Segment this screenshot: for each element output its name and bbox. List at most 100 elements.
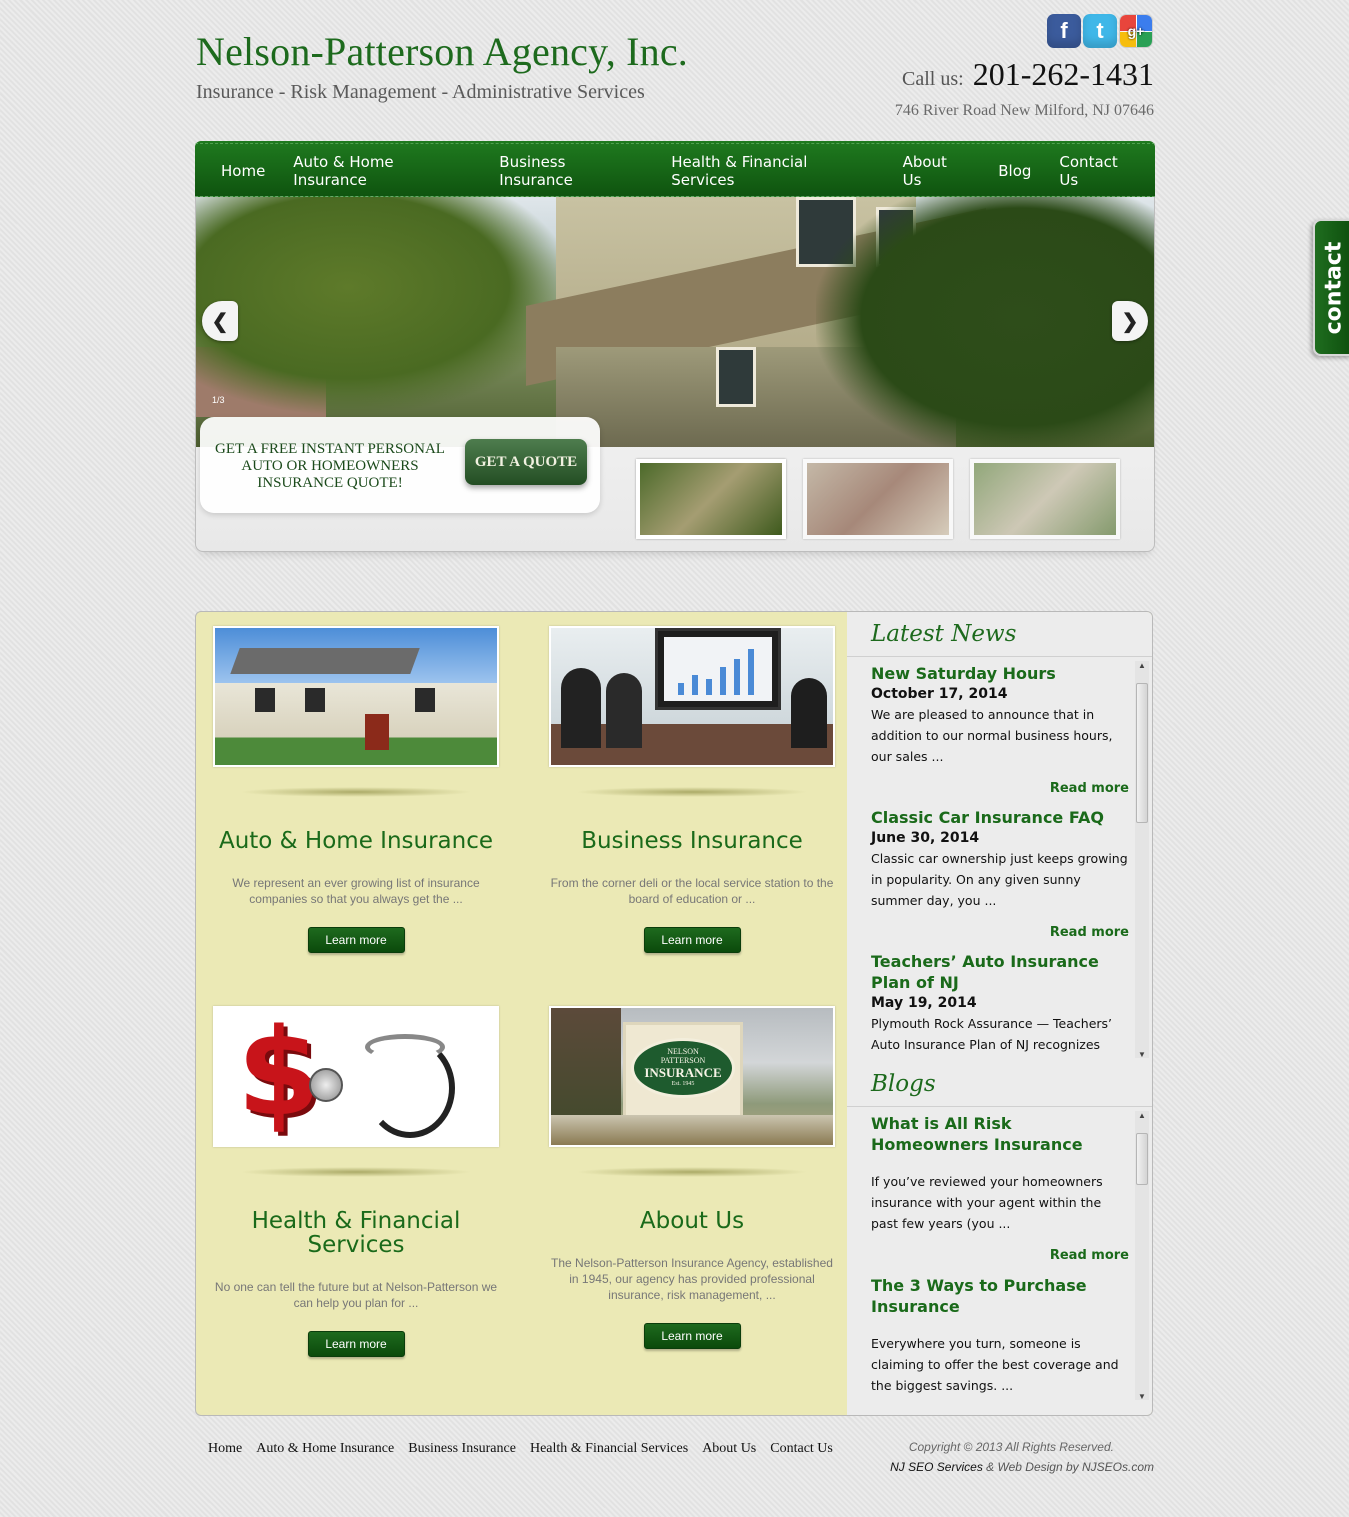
tile-text: From the corner deli or the local servic…	[550, 876, 834, 906]
hero-image: 1/3	[196, 197, 1154, 447]
blog-item: The 3 Ways to Purchase Insurance Everywh…	[871, 1275, 1129, 1396]
tile-auto-home: Auto & Home Insurance We represent an ev…	[196, 626, 516, 953]
tile-text: No one can tell the future but at Nelson…	[214, 1280, 498, 1310]
seo-link[interactable]: NJ SEO Services	[890, 1460, 983, 1474]
call-label: Call us:	[902, 68, 964, 90]
news-date: June 30, 2014	[871, 830, 980, 846]
latest-news-list: ▲ ▼ New Saturday Hours October 17, 2014 …	[847, 656, 1152, 1058]
blog-title[interactable]: What is All Risk Homeowners Insurance	[871, 1113, 1129, 1155]
news-title[interactable]: Classic Car Insurance FAQ	[871, 807, 1129, 828]
blogs-heading: Blogs	[871, 1071, 936, 1097]
news-title[interactable]: Teachers’ Auto Insurance Plan of NJ	[871, 951, 1129, 993]
hero-slider: 1/3 ❮ ❯ GET A FREE INSTANT PERSONAL AUTO…	[195, 197, 1155, 552]
quote-panel: GET A FREE INSTANT PERSONAL AUTO OR HOME…	[200, 417, 600, 513]
tile-about: NELSON PATTERSON INSURANCE Est. 1945 Abo…	[532, 1006, 852, 1349]
footer-home[interactable]: Home	[208, 1441, 242, 1457]
scroll-down-icon[interactable]: ▼	[1135, 1392, 1149, 1400]
facebook-icon[interactable]: f	[1047, 14, 1081, 48]
get-quote-button[interactable]: GET A QUOTE	[465, 439, 587, 485]
tile-business: Business Insurance From the corner deli …	[532, 626, 852, 953]
quote-text: GET A FREE INSTANT PERSONAL AUTO OR HOME…	[215, 441, 445, 491]
footer-nav: Home Auto & Home Insurance Business Insu…	[208, 1441, 833, 1457]
news-body: We are pleased to announce that in addit…	[871, 707, 1113, 764]
agency-sign-image: NELSON PATTERSON INSURANCE Est. 1945	[549, 1006, 835, 1147]
tile-title[interactable]: About Us	[532, 1209, 852, 1233]
nav-business[interactable]: Business Insurance	[485, 153, 657, 189]
credit: NJ SEO Services & Web Design by NJSEOs.c…	[890, 1460, 1154, 1474]
scroll-up-icon[interactable]: ▲	[1135, 1111, 1149, 1120]
slide-thumbnail-2[interactable]	[803, 459, 953, 539]
sign-line-1: NELSON	[667, 1047, 699, 1056]
news-date: May 19, 2014	[871, 995, 977, 1011]
learn-more-button[interactable]: Learn more	[643, 927, 741, 953]
blogs-scrollbar[interactable]: ▲ ▼	[1135, 1111, 1149, 1400]
tile-text: We represent an ever growing list of ins…	[232, 876, 480, 906]
house-image	[213, 626, 499, 767]
slide-counter: 1/3	[212, 395, 225, 405]
chevron-left-icon[interactable]: ❮	[202, 301, 238, 341]
scroll-up-icon[interactable]: ▲	[1135, 661, 1149, 670]
credit-text: & Web Design by NJSEOs.com	[982, 1460, 1154, 1474]
dollar-stethoscope-image: $	[213, 1006, 499, 1147]
news-item: Classic Car Insurance FAQ June 30, 2014 …	[871, 807, 1129, 940]
learn-more-button[interactable]: Learn more	[643, 1323, 741, 1349]
news-scrollbar[interactable]: ▲ ▼	[1135, 661, 1149, 1058]
read-more-link[interactable]: Read more	[871, 925, 1129, 940]
google-plus-icon[interactable]: g+	[1119, 14, 1153, 48]
learn-more-button[interactable]: Learn more	[307, 927, 405, 953]
nav-about[interactable]: About Us	[889, 153, 985, 189]
tile-title[interactable]: Business Insurance	[532, 829, 852, 853]
footer-about[interactable]: About Us	[702, 1441, 756, 1457]
footer-business[interactable]: Business Insurance	[408, 1441, 516, 1457]
contact-tab-label: contact	[1321, 241, 1347, 334]
read-more-link[interactable]: Read more	[871, 781, 1129, 796]
news-date: October 17, 2014	[871, 686, 1008, 702]
nav-blog[interactable]: Blog	[984, 162, 1045, 180]
sign-line-4: Est. 1945	[671, 1081, 695, 1087]
news-body: Plymouth Rock Assurance — Teachers’ Auto…	[871, 1016, 1113, 1052]
tile-health-financial: $ Health & Financial Services No one can…	[196, 1006, 516, 1357]
tile-title[interactable]: Auto & Home Insurance	[196, 829, 516, 853]
twitter-icon[interactable]: t	[1083, 14, 1117, 48]
main-nav: Home Auto & Home Insurance Business Insu…	[195, 141, 1155, 197]
sign-line-3: INSURANCE	[644, 1065, 722, 1080]
news-body: Classic car ownership just keeps growing…	[871, 851, 1128, 908]
contact-tab[interactable]: contact	[1313, 219, 1349, 356]
tile-text: The Nelson-Patterson Insurance Agency, e…	[551, 1256, 833, 1302]
news-item: New Saturday Hours October 17, 2014 We a…	[871, 663, 1129, 796]
main-content: Auto & Home Insurance We represent an ev…	[195, 611, 1153, 1416]
nav-contact[interactable]: Contact Us	[1045, 153, 1155, 189]
nav-auto-home[interactable]: Auto & Home Insurance	[279, 153, 485, 189]
footer-auto-home[interactable]: Auto & Home Insurance	[256, 1441, 394, 1457]
footer-contact[interactable]: Contact Us	[770, 1441, 833, 1457]
sign-line-2: PATTERSON	[660, 1056, 706, 1065]
blogs-list: ▲ ▼ What is All Risk Homeowners Insuranc…	[847, 1106, 1152, 1400]
phone-number[interactable]: 201-262-1431	[973, 56, 1154, 92]
news-title[interactable]: New Saturday Hours	[871, 663, 1129, 684]
slide-thumbnail-3[interactable]	[970, 459, 1120, 539]
blog-body: Everywhere you turn, someone is claiming…	[871, 1336, 1119, 1393]
scroll-thumb[interactable]	[1136, 1133, 1148, 1185]
latest-news-heading: Latest News	[871, 621, 1017, 647]
learn-more-button[interactable]: Learn more	[307, 1331, 405, 1357]
read-more-link[interactable]: Read more	[871, 1248, 1129, 1263]
blog-item: What is All Risk Homeowners Insurance If…	[871, 1113, 1129, 1263]
nav-health-financial[interactable]: Health & Financial Services	[657, 153, 888, 189]
blog-body: If you’ve reviewed your homeowners insur…	[871, 1174, 1103, 1231]
blog-title[interactable]: The 3 Ways to Purchase Insurance	[871, 1275, 1129, 1317]
tile-title[interactable]: Health & Financial Services	[236, 1209, 476, 1257]
scroll-down-icon[interactable]: ▼	[1135, 1050, 1149, 1058]
scroll-thumb[interactable]	[1136, 683, 1148, 823]
business-meeting-image	[549, 626, 835, 767]
slide-thumbnail-1[interactable]	[636, 459, 786, 539]
news-item: Teachers’ Auto Insurance Plan of NJ May …	[871, 951, 1129, 1055]
nav-home[interactable]: Home	[207, 162, 279, 180]
site-title[interactable]: Nelson-Patterson Agency, Inc.	[196, 28, 688, 75]
sidebar: Latest News ▲ ▼ New Saturday Hours Octob…	[847, 612, 1152, 1415]
call-us: Call us: 201-262-1431	[902, 56, 1154, 93]
address: 746 River Road New Milford, NJ 07646	[894, 102, 1154, 119]
footer-health-financial[interactable]: Health & Financial Services	[530, 1441, 688, 1457]
site-tagline: Insurance - Risk Management - Administra…	[196, 81, 645, 103]
copyright: Copyright © 2013 All Rights Reserved.	[908, 1440, 1114, 1454]
social-links: f t g+	[1047, 14, 1153, 48]
